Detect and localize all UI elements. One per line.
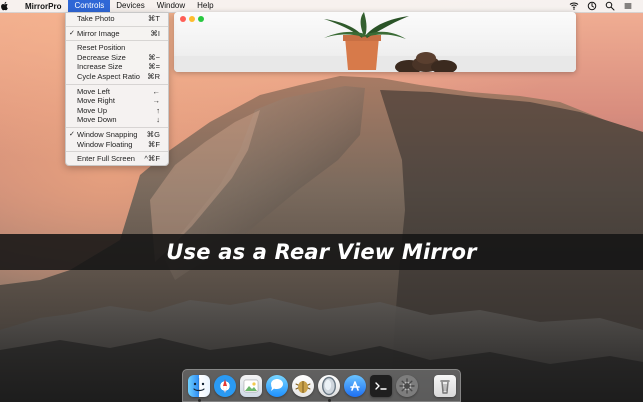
menu-item-label: Cycle Aspect Ratio <box>77 71 140 81</box>
menu-item-shortcut: ⌘= <box>148 62 160 72</box>
apple-icon[interactable] <box>0 1 18 11</box>
plant-pot <box>345 37 379 70</box>
running-indicator <box>327 398 331 402</box>
dock-item-messages[interactable] <box>266 373 288 399</box>
menu-bar-status-area <box>569 1 643 11</box>
dock-item-system-preferences[interactable] <box>396 373 418 399</box>
menu-item-move-up[interactable]: Move Up ↑ <box>66 106 168 116</box>
promo-banner-text: Use as a Rear View Mirror <box>166 240 477 264</box>
mirror-window[interactable] <box>174 12 576 72</box>
dock-item-trash[interactable] <box>434 373 456 399</box>
checkmark-icon: ✓ <box>69 29 75 37</box>
messages-icon <box>266 374 288 397</box>
wifi-icon[interactable] <box>569 1 579 11</box>
menu-item-shortcut: ↑ <box>156 105 160 115</box>
preview-icon <box>240 374 262 397</box>
running-indicator <box>197 398 201 402</box>
dock-item-preview[interactable] <box>240 373 262 399</box>
clock-icon[interactable] <box>587 1 597 11</box>
menu-devices[interactable]: Devices <box>110 0 150 12</box>
menu-separator <box>66 25 168 27</box>
terminal-prompt <box>375 381 387 390</box>
menu-item-label: Window Snapping <box>77 129 138 139</box>
mirror-camera-view <box>174 12 576 72</box>
menu-item-move-right[interactable]: Move Right → <box>66 96 168 106</box>
menu-item-shortcut: ⌘I <box>150 28 160 38</box>
menu-item-label: Move Down <box>77 115 117 125</box>
finder-face <box>193 377 205 394</box>
menu-item-label: Move Up <box>77 105 108 115</box>
menu-item-shortcut: → <box>152 96 161 106</box>
menu-item-mirror-image[interactable]: ✓ Mirror Image ⌘I <box>66 29 168 39</box>
gear-icon <box>399 377 415 394</box>
menu-item-cycle-aspect-ratio[interactable]: Cycle Aspect Ratio ⌘R <box>66 72 168 82</box>
safari-icon <box>214 374 236 397</box>
preview-photo <box>243 379 259 392</box>
dock-item-mirrorpro[interactable] <box>318 373 340 402</box>
dock-item-app-store[interactable] <box>344 373 366 399</box>
menu-item-label: Move Right <box>77 96 115 106</box>
menu-item-window-snapping[interactable]: ✓ Window Snapping ⌘G <box>66 130 168 140</box>
beetle-icon <box>292 374 314 397</box>
app-store-glyph <box>350 380 360 391</box>
promo-banner: Use as a Rear View Mirror <box>0 234 643 270</box>
menu-item-label: Mirror Image <box>77 28 120 38</box>
dock-item-terminal[interactable] <box>370 373 392 399</box>
menu-item-shortcut: ⌘R <box>147 71 160 81</box>
menu-item-label: Enter Full Screen <box>77 154 135 164</box>
menu-item-shortcut: ⌘F <box>147 139 160 149</box>
apple-glyph <box>1 1 8 11</box>
menu-item-label: Increase Size <box>77 62 123 72</box>
menu-item-window-floating[interactable]: Window Floating ⌘F <box>66 140 168 150</box>
dock-item-safari[interactable] <box>214 373 236 399</box>
menu-item-shortcut: ⌘G <box>146 129 160 139</box>
menu-item-enter-full-screen[interactable]: Enter Full Screen ^⌘F <box>66 154 168 164</box>
controls-dropdown-menu: Take Photo ⌘T ✓ Mirror Image ⌘I Reset Po… <box>65 12 169 166</box>
checkmark-icon: ✓ <box>69 130 75 138</box>
menu-item-shortcut: ⌘T <box>147 14 160 23</box>
pinecones <box>395 52 457 72</box>
menu-extra-icon[interactable] <box>623 1 633 11</box>
safari-compass <box>223 378 227 393</box>
menu-item-label: Move Left <box>77 86 110 96</box>
dock-item-beetle[interactable] <box>292 373 314 399</box>
trash-can <box>440 379 450 394</box>
menu-item-shortcut: ← <box>152 86 161 96</box>
menu-separator <box>66 40 168 42</box>
messages-bubble <box>271 378 283 391</box>
beetle-glyph <box>295 380 311 393</box>
menu-item-label: Decrease Size <box>77 52 126 62</box>
app-store-icon <box>344 374 366 397</box>
menu-item-move-down[interactable]: Move Down ↓ <box>66 115 168 125</box>
menu-item-shortcut: ^⌘F <box>144 154 160 164</box>
terminal-icon <box>370 374 392 397</box>
system-preferences-icon <box>396 374 418 397</box>
menu-item-label: Take Photo <box>77 14 115 23</box>
trash-icon <box>434 374 456 397</box>
menu-item-label: Reset Position <box>77 43 126 53</box>
finder-icon <box>188 374 210 397</box>
menu-help[interactable]: Help <box>191 0 219 12</box>
menu-item-label: Window Floating <box>77 139 133 149</box>
menu-item-move-left[interactable]: Move Left ← <box>66 87 168 97</box>
dock <box>182 369 461 402</box>
menu-item-increase-size[interactable]: Increase Size ⌘= <box>66 62 168 72</box>
menu-item-shortcut: ↓ <box>156 115 160 125</box>
menu-separator <box>66 126 168 128</box>
menu-item-decrease-size[interactable]: Decrease Size ⌘− <box>66 53 168 63</box>
app-name-menu[interactable]: MirrorPro <box>18 2 68 11</box>
menu-item-take-photo[interactable]: Take Photo ⌘T <box>66 14 168 24</box>
menu-controls[interactable]: Controls <box>68 0 111 12</box>
mirror-oval <box>321 376 337 395</box>
menu-item-shortcut: ⌘− <box>148 52 160 62</box>
menu-separator <box>66 83 168 85</box>
menu-window[interactable]: Window <box>151 0 191 12</box>
mirrorpro-icon <box>318 374 340 397</box>
dock-item-finder[interactable] <box>188 373 210 402</box>
menu-item-reset-position[interactable]: Reset Position <box>66 43 168 53</box>
search-icon[interactable] <box>605 1 615 11</box>
menu-separator <box>66 151 168 153</box>
